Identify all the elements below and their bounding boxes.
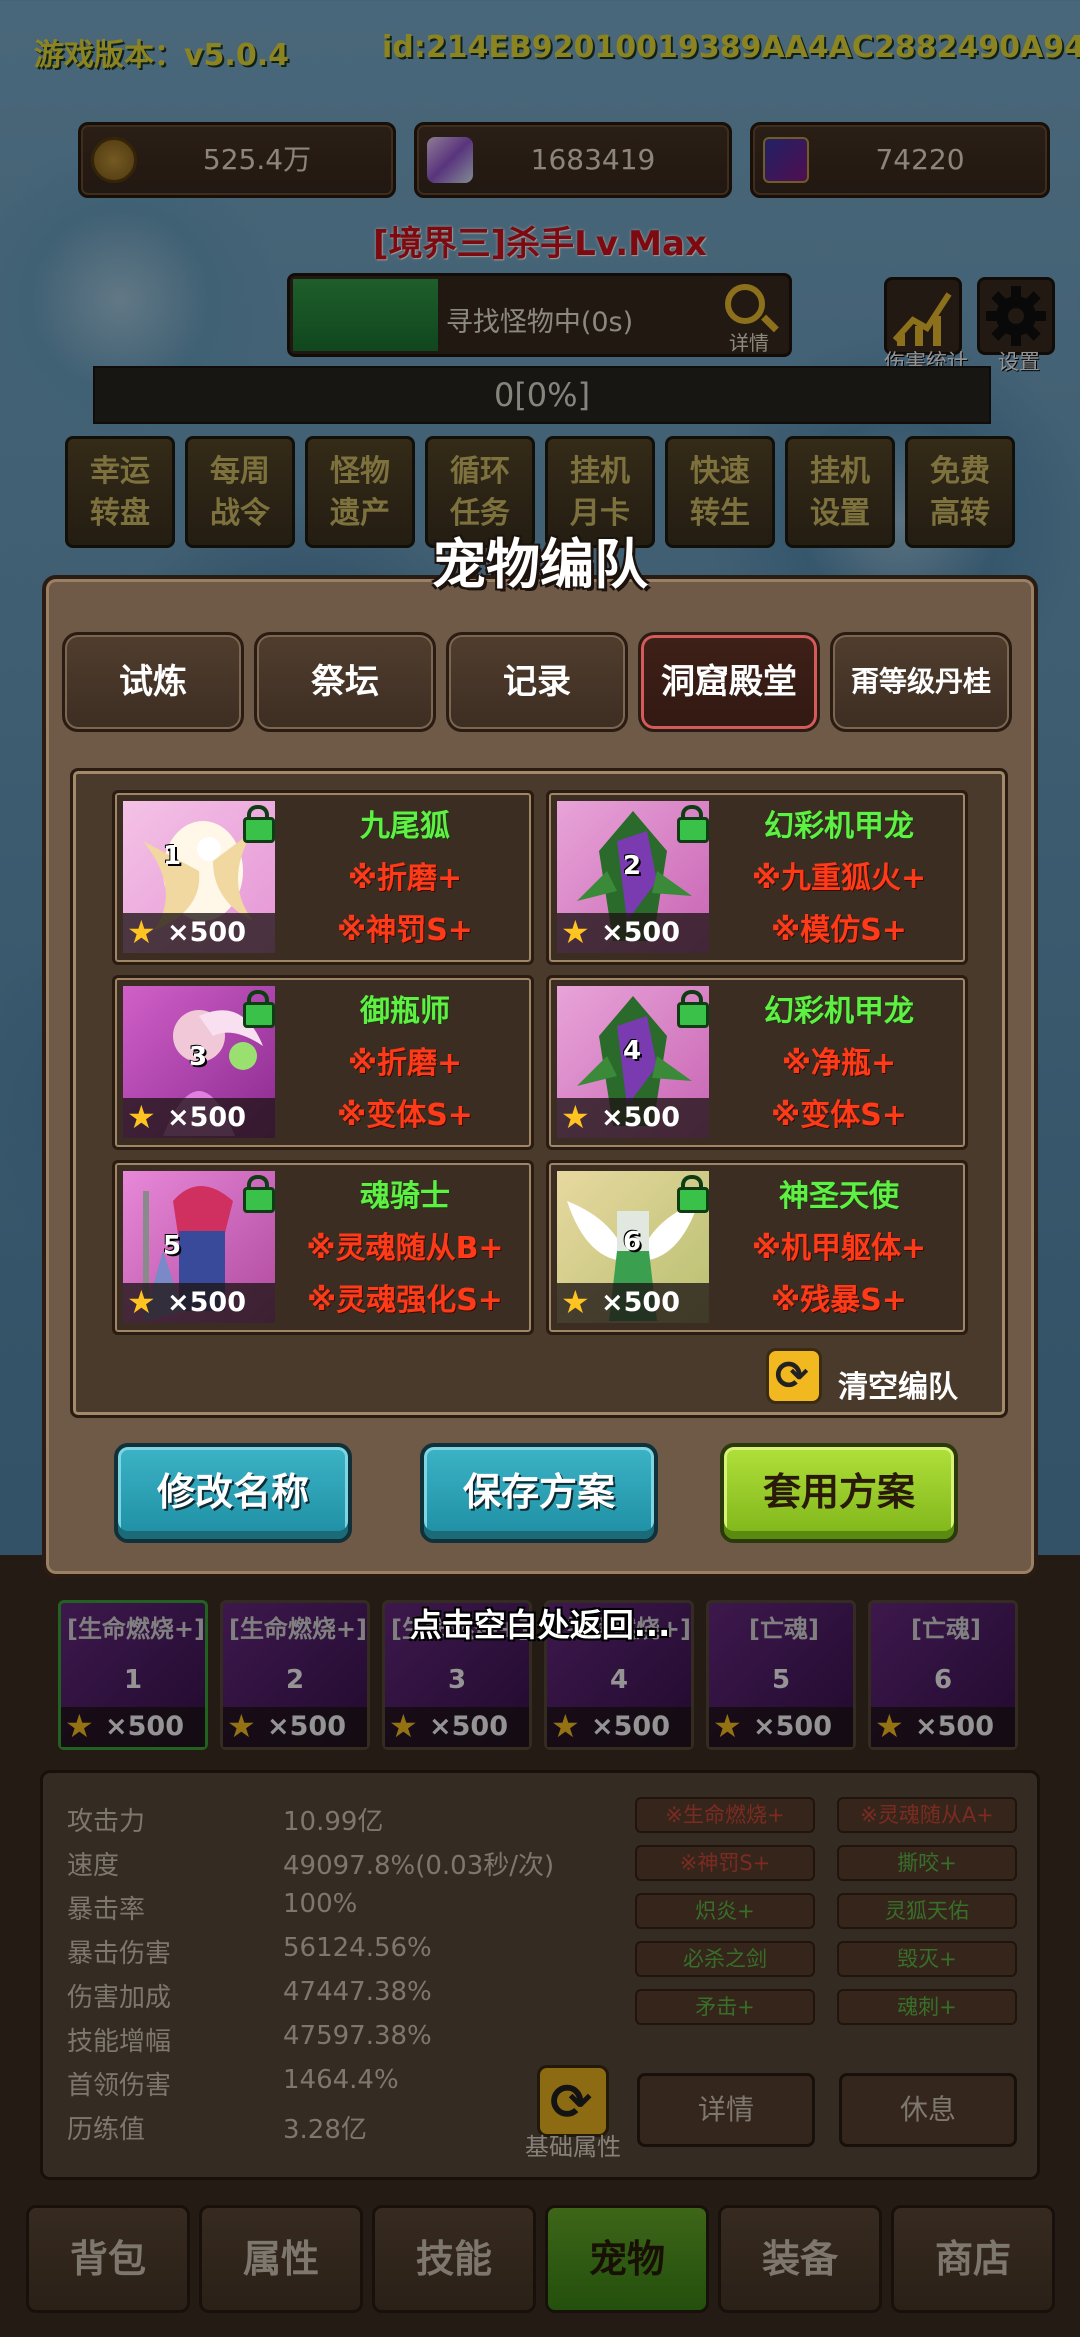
pet-skill-1: ※折磨+ — [347, 1046, 463, 1081]
pet-portrait: 1 ★ ×500 — [123, 801, 275, 953]
pet-name: 幻彩机甲龙 — [764, 994, 914, 1029]
pet-name: 幻彩机甲龙 — [764, 809, 914, 844]
pet-count: ×500 — [167, 1287, 246, 1318]
lock-icon — [243, 1175, 275, 1213]
pet-name: 神圣天使 — [779, 1179, 899, 1214]
pet-skill-2: ※神罚S+ — [337, 913, 473, 948]
star-bar: ★ ×500 — [123, 1283, 275, 1323]
star-bar: ★ ×500 — [557, 1098, 709, 1138]
pet-count: ×500 — [167, 917, 246, 948]
pet-count: ×500 — [601, 1287, 680, 1318]
pet-skill-1: ※折磨+ — [347, 861, 463, 896]
pet-name: 御瓶师 — [360, 994, 450, 1029]
pet-skill-1: ※机甲躯体+ — [751, 1231, 927, 1266]
pet-portrait: 2 ★ ×500 — [557, 801, 709, 953]
pet-skill-2: ※灵魂强化S+ — [307, 1283, 503, 1318]
tab-altar[interactable]: 祭坛 — [254, 632, 436, 732]
pet-skill-2: ※模仿S+ — [771, 913, 907, 948]
pet-card[interactable]: 3 ★ ×500 御瓶师 ※折磨+ ※变体S+ — [112, 975, 534, 1150]
pet-slot-number: 1 — [162, 841, 182, 871]
pet-card[interactable]: 1 ★ ×500 九尾狐 ※折磨+ ※神罚S+ — [112, 790, 534, 965]
dialog-title: 宠物编队 — [432, 533, 648, 596]
clear-team-button[interactable]: ⟳ — [766, 1348, 822, 1404]
pet-portrait: 4 ★ ×500 — [557, 986, 709, 1138]
lock-icon — [243, 805, 275, 843]
pet-slot-number: 6 — [622, 1227, 642, 1257]
lock-icon — [677, 805, 709, 843]
tab-record[interactable]: 记录 — [446, 632, 628, 732]
star-icon: ★ — [127, 1098, 156, 1136]
pet-count: ×500 — [601, 917, 680, 948]
star-bar: ★ ×500 — [123, 1098, 275, 1138]
pet-count: ×500 — [167, 1102, 246, 1133]
tap-to-return-hint: 点击空白处返回... — [409, 1606, 671, 1644]
pet-card[interactable]: 5 ★ ×500 魂骑士 ※灵魂随从B+ ※灵魂强化S+ — [112, 1160, 534, 1335]
pet-skill-1: ※净瓶+ — [781, 1046, 897, 1081]
clear-team-label[interactable]: 清空编队 — [838, 1362, 958, 1406]
tab-level-dan-gui[interactable]: 甭等级丹桂 — [830, 632, 1012, 732]
pet-card[interactable]: 4 ★ ×500 幻彩机甲龙 ※净瓶+ ※变体S+ — [546, 975, 968, 1150]
star-bar: ★ ×500 — [557, 913, 709, 953]
tab-trial[interactable]: 试炼 — [62, 632, 244, 732]
star-icon: ★ — [561, 1283, 590, 1321]
star-icon: ★ — [561, 913, 590, 951]
lock-icon — [677, 990, 709, 1028]
pet-card[interactable]: 2 ★ ×500 幻彩机甲龙 ※九重狐火+ ※模仿S+ — [546, 790, 968, 965]
lock-icon — [677, 1175, 709, 1213]
star-icon: ★ — [561, 1098, 590, 1136]
pet-slot-number: 3 — [188, 1042, 208, 1072]
tab-cave-hall[interactable]: 洞窟殿堂 — [638, 632, 820, 732]
pet-card[interactable]: 6 ★ ×500 神圣天使 ※机甲躯体+ ※残暴S+ — [546, 1160, 968, 1335]
pet-name: 魂骑士 — [360, 1179, 450, 1214]
pet-portrait: 6 ★ ×500 — [557, 1171, 709, 1323]
pet-skill-2: ※变体S+ — [771, 1098, 907, 1133]
pet-skill-2: ※变体S+ — [337, 1098, 473, 1133]
refresh-icon: ⟳ — [775, 1353, 809, 1399]
pet-skill-1: ※灵魂随从B+ — [306, 1231, 504, 1266]
star-icon: ★ — [127, 913, 156, 951]
lock-icon — [243, 990, 275, 1028]
pet-slot-number: 2 — [622, 851, 642, 881]
star-bar: ★ ×500 — [123, 913, 275, 953]
star-icon: ★ — [127, 1283, 156, 1321]
save-plan-button[interactable]: 保存方案 — [420, 1443, 658, 1543]
pet-portrait: 5 ★ ×500 — [123, 1171, 275, 1323]
pet-slot-number: 4 — [622, 1036, 642, 1066]
pet-count: ×500 — [601, 1102, 680, 1133]
pet-skill-2: ※残暴S+ — [771, 1283, 907, 1318]
pet-portrait: 3 ★ ×500 — [123, 986, 275, 1138]
pet-slot-number: 5 — [162, 1231, 182, 1261]
pet-skill-1: ※九重狐火+ — [751, 861, 927, 896]
pet-name: 九尾狐 — [360, 809, 450, 844]
apply-plan-button[interactable]: 套用方案 — [720, 1443, 958, 1543]
star-bar: ★ ×500 — [557, 1283, 709, 1323]
rename-button[interactable]: 修改名称 — [114, 1443, 352, 1543]
